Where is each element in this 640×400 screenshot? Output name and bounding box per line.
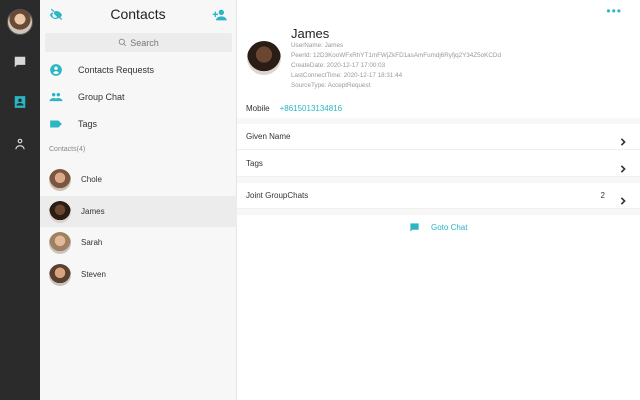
search-placeholder: Search xyxy=(130,37,159,48)
row-label: Joint GroupChats xyxy=(246,191,309,200)
mobile-label: Mobile xyxy=(246,104,270,113)
row-label: Given Name xyxy=(246,132,291,141)
page-title: Contacts xyxy=(110,6,166,22)
contacts-panel: Contacts Search Contacts Requests Group … xyxy=(40,0,237,400)
tags-row[interactable]: Tags xyxy=(237,151,640,177)
menu-item-tags[interactable]: Tags xyxy=(40,111,237,137)
contact-item-chole[interactable]: Chole xyxy=(40,164,237,195)
profile-nav-button[interactable] xyxy=(8,134,32,158)
chat-icon xyxy=(410,223,419,232)
tag-icon xyxy=(49,117,63,131)
contact-detail: ••• James UserName: James PeerId: 12D3Ko… xyxy=(237,0,640,400)
chat-icon xyxy=(13,55,27,74)
given-name-row[interactable]: Given Name xyxy=(237,124,640,150)
nav-rail xyxy=(0,0,40,400)
more-options-button[interactable]: ••• xyxy=(606,4,622,18)
contact-request-icon xyxy=(49,63,63,77)
menu-item-label: Tags xyxy=(78,119,98,129)
source-type-text: SourceType: AcceptRequest xyxy=(291,82,371,89)
contact-display-name: James xyxy=(291,26,330,41)
contact-item-james[interactable]: James xyxy=(40,196,237,227)
chevron-right-icon xyxy=(619,160,627,173)
last-connect-text: LastConnectTime: 2020-12-17 18:31:44 xyxy=(291,72,403,79)
mobile-value[interactable]: +8615013134816 xyxy=(280,104,343,113)
joint-groupchats-count: 2 xyxy=(600,191,605,200)
menu-item-label: Group Chat xyxy=(78,92,125,102)
avatar xyxy=(49,231,71,254)
divider xyxy=(237,209,640,215)
chat-nav-button[interactable] xyxy=(8,52,32,76)
chevron-right-icon xyxy=(619,133,627,146)
contacts-icon xyxy=(13,95,27,114)
search-input[interactable]: Search xyxy=(45,33,232,52)
menu-item-group-chat[interactable]: Group Chat xyxy=(40,84,237,110)
avatar xyxy=(49,168,71,191)
contact-name: Chole xyxy=(81,175,102,184)
person-icon xyxy=(13,137,27,156)
peerid-text: PeerId: 12D3KooWFxRhYT1mFWjZkFD1asAmFumd… xyxy=(291,52,501,59)
chevron-right-icon xyxy=(619,192,627,205)
username-text: UserName: James xyxy=(291,42,344,49)
search-icon xyxy=(118,38,127,47)
contact-item-steven[interactable]: Steven xyxy=(40,259,237,290)
avatar xyxy=(247,41,281,75)
contacts-nav-button[interactable] xyxy=(8,92,32,116)
row-label: Tags xyxy=(246,159,263,168)
group-icon xyxy=(49,90,63,104)
contact-name: James xyxy=(81,207,105,216)
add-contact-icon[interactable] xyxy=(212,7,228,23)
joint-groupchats-row[interactable]: Joint GroupChats 2 xyxy=(237,183,640,209)
goto-chat-label: Goto Chat xyxy=(431,223,468,232)
panel-header: Contacts xyxy=(40,0,236,30)
avatar xyxy=(49,263,71,286)
contact-name: Sarah xyxy=(81,238,103,247)
create-date-text: CreateDate: 2020-12-17 17:00:03 xyxy=(291,62,386,69)
mobile-row: Mobile +8615013134816 xyxy=(246,104,342,113)
goto-chat-button[interactable]: Goto Chat xyxy=(409,222,467,233)
menu-item-contacts-requests[interactable]: Contacts Requests xyxy=(40,57,237,83)
avatar xyxy=(49,200,71,223)
contact-name: Steven xyxy=(81,270,106,279)
contacts-count-label: Contacts(4) xyxy=(49,146,86,153)
menu-item-label: Contacts Requests xyxy=(78,65,155,75)
contact-item-sarah[interactable]: Sarah xyxy=(40,227,237,258)
user-avatar[interactable] xyxy=(7,9,33,35)
